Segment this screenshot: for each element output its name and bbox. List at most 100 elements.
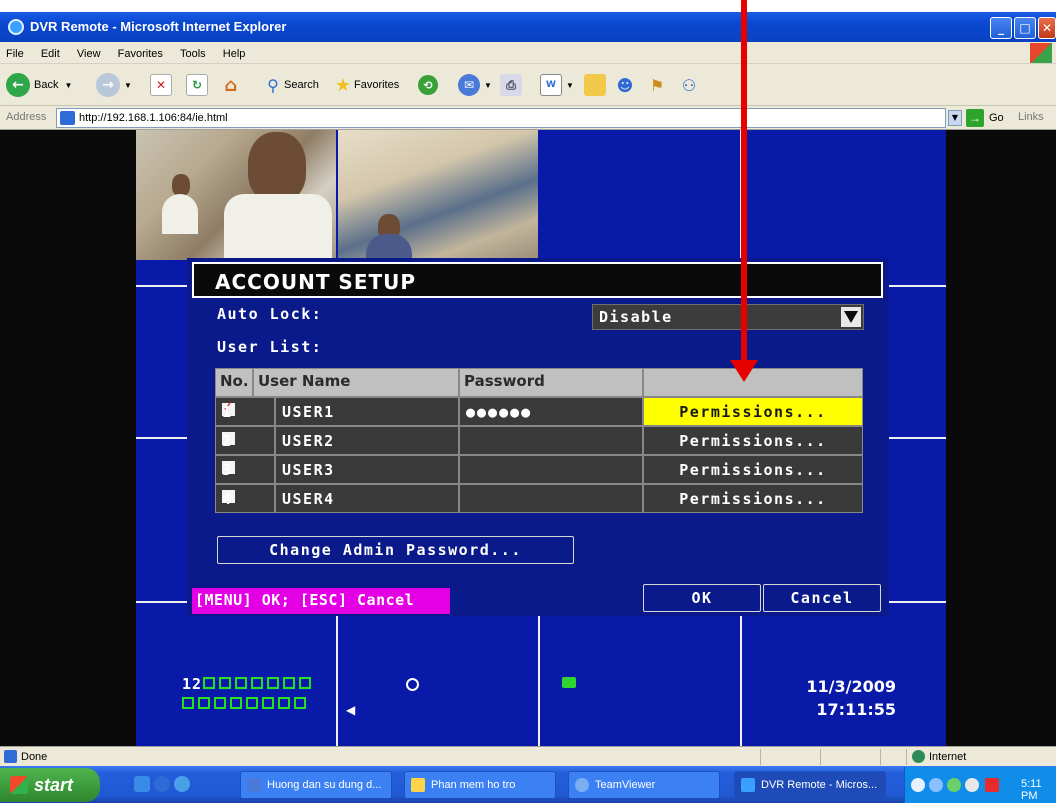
- menu-file[interactable]: File: [0, 44, 30, 64]
- security-zone: Internet: [912, 750, 966, 763]
- star-icon: ★: [334, 74, 352, 96]
- forward-button[interactable]: → ▼: [96, 72, 132, 98]
- taskbar-item[interactable]: Phan mem ho tro: [404, 771, 556, 799]
- minimize-button[interactable]: _: [990, 17, 1012, 39]
- stop-button[interactable]: ✕: [150, 72, 172, 98]
- col-password: Password: [459, 368, 643, 397]
- messenger-button[interactable]: ☻: [614, 72, 636, 98]
- table-row[interactable]: 3 USER3 Permissions...: [215, 455, 863, 484]
- menu-help[interactable]: Help: [217, 44, 252, 64]
- ok-button[interactable]: OK: [643, 584, 761, 612]
- grid-divider: [889, 285, 946, 287]
- table-row[interactable]: 1 USER1 ●●●●●● Permissions...: [215, 397, 863, 426]
- permissions-button[interactable]: Permissions...: [643, 397, 863, 426]
- back-button[interactable]: ← Back ▼: [6, 72, 72, 98]
- user-name-cell[interactable]: USER1: [275, 397, 459, 426]
- quicklaunch-icon[interactable]: [134, 776, 150, 792]
- table-row[interactable]: 4 USER4 Permissions...: [215, 484, 863, 513]
- browser-quicklaunch-icon[interactable]: [174, 776, 190, 792]
- home-button[interactable]: ⌂: [220, 72, 242, 98]
- messenger-icon: ☻: [616, 75, 634, 95]
- menu-edit[interactable]: Edit: [35, 44, 66, 64]
- permissions-label: Permissions...: [679, 489, 827, 508]
- edit-button[interactable]: W ▼: [540, 72, 574, 98]
- tray-icon[interactable]: [929, 778, 943, 792]
- account-setup-dialog: ACCOUNT SETUP Auto Lock: Disable User Li…: [187, 258, 889, 616]
- status-bar: Done Internet: [0, 746, 1056, 766]
- window-title: DVR Remote - Microsoft Internet Explorer: [30, 19, 287, 34]
- channel-box: [267, 677, 279, 689]
- menu-view[interactable]: View: [71, 44, 107, 64]
- address-dropdown-button[interactable]: ▼: [948, 110, 962, 126]
- camera-feed-2[interactable]: [338, 130, 538, 260]
- back-arrow-icon: ←: [6, 73, 30, 97]
- channel-box: [294, 697, 306, 709]
- research-button[interactable]: ⚑: [646, 72, 668, 98]
- taskbar-item-label: Huong dan su dung d...: [267, 779, 382, 791]
- user-name: USER4: [282, 490, 335, 508]
- table-row[interactable]: 2 USER2 Permissions...: [215, 426, 863, 455]
- folder-button[interactable]: [584, 72, 606, 98]
- menu-tools[interactable]: Tools: [174, 44, 212, 64]
- channel-box: [203, 677, 215, 689]
- users-button[interactable]: ⚇: [678, 72, 700, 98]
- ie-quicklaunch-icon[interactable]: [154, 776, 170, 792]
- tray-icon[interactable]: [985, 778, 999, 792]
- forward-arrow-icon: →: [96, 73, 120, 97]
- auto-lock-select[interactable]: Disable: [592, 304, 864, 330]
- channel-box: [182, 697, 194, 709]
- taskbar-item-active[interactable]: DVR Remote - Micros...: [734, 771, 886, 799]
- camera-feed-1[interactable]: [136, 130, 336, 260]
- user-password-cell[interactable]: [459, 426, 643, 455]
- user-no: 3: [222, 461, 233, 479]
- user-name-cell[interactable]: USER2: [275, 426, 459, 455]
- ie-icon: [8, 19, 24, 35]
- history-icon: ⟲: [418, 75, 438, 95]
- mail-icon: ✉: [458, 74, 480, 96]
- user-password-cell[interactable]: [459, 484, 643, 513]
- address-label: Address: [6, 111, 47, 123]
- tray-icon[interactable]: [965, 778, 979, 792]
- ok-label: OK: [691, 589, 713, 607]
- address-input[interactable]: http://192.168.1.106:84/ie.html: [56, 108, 946, 128]
- go-button[interactable]: → Go: [966, 109, 1004, 127]
- change-admin-password-label: Change Admin Password...: [269, 541, 522, 559]
- permissions-button[interactable]: Permissions...: [643, 455, 863, 484]
- user-password-cell[interactable]: ●●●●●●: [459, 397, 643, 426]
- print-button[interactable]: ⎙: [500, 72, 522, 98]
- tray-icon[interactable]: [947, 778, 961, 792]
- user-name-cell[interactable]: USER3: [275, 455, 459, 484]
- taskbar-item[interactable]: TeamViewer: [568, 771, 720, 799]
- media-button[interactable]: ⟲: [418, 72, 442, 98]
- status-divider: [760, 749, 761, 765]
- close-button[interactable]: ✕: [1038, 17, 1056, 39]
- cancel-button[interactable]: Cancel: [763, 584, 881, 612]
- refresh-button[interactable]: ↻: [186, 72, 208, 98]
- permissions-button[interactable]: Permissions...: [643, 426, 863, 455]
- dropdown-arrow-icon[interactable]: [841, 307, 861, 327]
- taskbar-item[interactable]: Huong dan su dung d...: [240, 771, 392, 799]
- user-name-cell[interactable]: USER4: [275, 484, 459, 513]
- col-user-name: User Name: [253, 368, 459, 397]
- mail-button[interactable]: ✉ ▼: [458, 72, 492, 98]
- address-bar: Address http://192.168.1.106:84/ie.html …: [0, 106, 1056, 130]
- person-body: [366, 234, 412, 260]
- links-menu[interactable]: Links: [1018, 111, 1044, 123]
- search-button[interactable]: ⚲ Search: [262, 72, 319, 98]
- cancel-label: Cancel: [790, 589, 854, 607]
- tray-icon[interactable]: [911, 778, 925, 792]
- person-body: [224, 194, 332, 260]
- col-no: No.: [215, 368, 253, 397]
- stop-icon: ✕: [150, 74, 172, 96]
- start-button[interactable]: start: [0, 768, 100, 802]
- permissions-button[interactable]: Permissions...: [643, 484, 863, 513]
- favorites-button[interactable]: ★ Favorites: [332, 72, 399, 98]
- change-admin-password-button[interactable]: Change Admin Password...: [217, 536, 574, 564]
- menu-favorites[interactable]: Favorites: [112, 44, 169, 64]
- taskbar: start Huong dan su dung d... Phan mem ho…: [0, 766, 1056, 803]
- user-password-cell[interactable]: [459, 455, 643, 484]
- user-no-cell: 4: [215, 484, 275, 513]
- menu-bar: File Edit View Favorites Tools Help: [0, 42, 1056, 64]
- channel-box: [251, 677, 263, 689]
- maximize-button[interactable]: □: [1014, 17, 1036, 39]
